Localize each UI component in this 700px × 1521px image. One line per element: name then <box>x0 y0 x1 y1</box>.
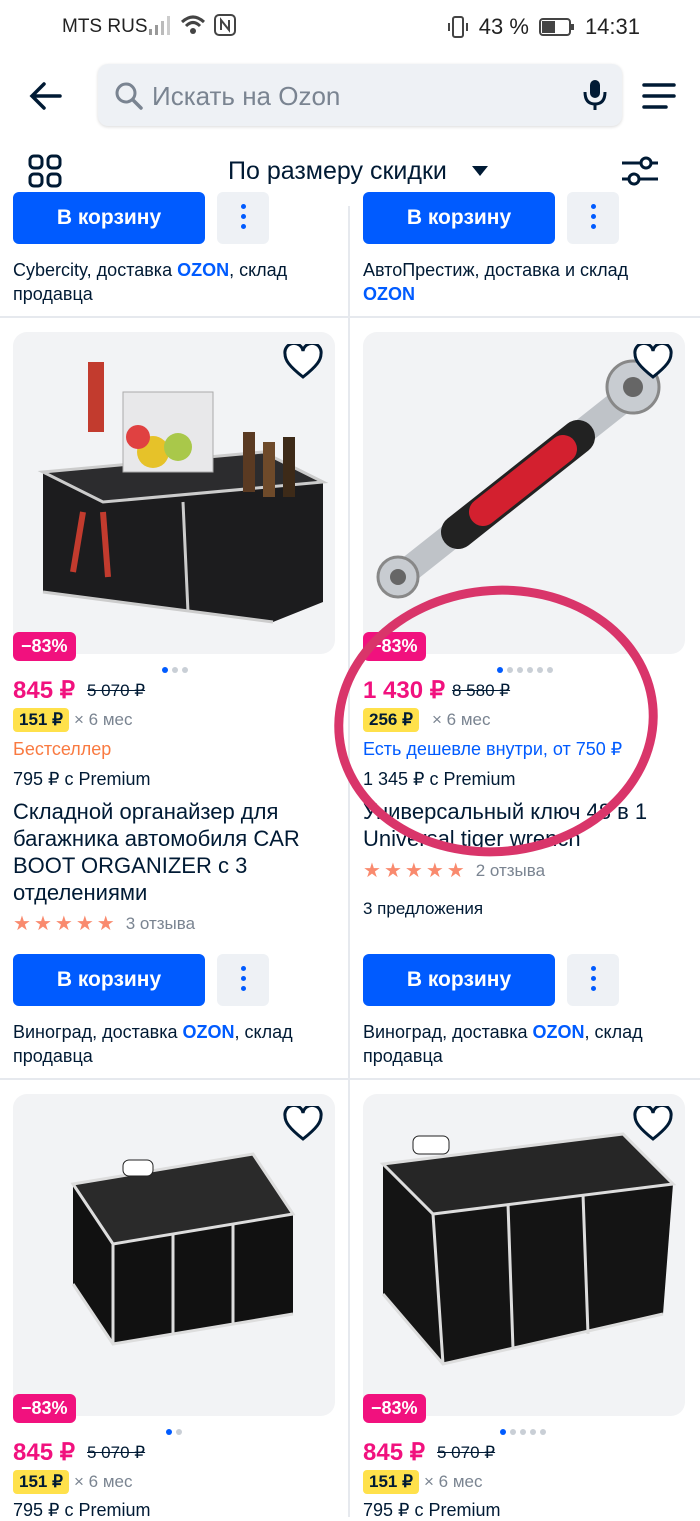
discount-badge: −83% <box>13 1394 76 1423</box>
seller-info: Виноград, доставка OZON, склад продавца <box>13 1022 293 1066</box>
product-image[interactable] <box>363 1094 685 1416</box>
heart-icon[interactable] <box>283 344 323 380</box>
vibrate-icon <box>447 16 468 38</box>
product-image[interactable] <box>13 1094 335 1416</box>
organizer-image <box>379 1132 677 1366</box>
discount-badge: −83% <box>13 632 76 661</box>
premium-price: 795 ₽ с Premium <box>13 769 151 789</box>
chevron-down-icon[interactable] <box>472 166 488 176</box>
search-placeholder: Искать на Ozon <box>152 81 341 111</box>
product-image[interactable] <box>13 332 335 654</box>
image-pager <box>166 1429 182 1435</box>
wifi-icon <box>180 15 206 34</box>
price: 845 ₽ <box>363 1439 425 1466</box>
heart-icon[interactable] <box>283 1106 323 1142</box>
add-to-cart-button[interactable]: В корзину <box>13 954 205 1006</box>
grid-view-icon[interactable] <box>28 154 62 188</box>
price: 845 ₽ <box>13 677 75 704</box>
premium-price: 795 ₽ с Premium <box>13 1500 151 1520</box>
star-icon: ★ <box>404 860 423 882</box>
star-icon: ★ <box>383 860 402 882</box>
carrier-label: MTS RUS <box>62 16 148 37</box>
installment-term: × 6 мес <box>74 710 133 729</box>
back-arrow-icon[interactable] <box>26 76 66 116</box>
old-price: 5 070 ₽ <box>87 681 146 700</box>
star-icon: ★ <box>33 913 52 935</box>
nfc-icon <box>214 14 236 36</box>
sort-dropdown[interactable]: По размеру скидки <box>228 157 447 186</box>
search-header: Искать на Ozon <box>0 56 700 140</box>
offers-count[interactable]: 3 предложения <box>363 899 483 919</box>
star-icon: ★ <box>363 860 381 882</box>
star-icon: ★ <box>425 860 444 882</box>
star-icon: ★ <box>75 913 94 935</box>
old-price: 5 070 ₽ <box>437 1443 496 1462</box>
row-divider <box>0 316 700 318</box>
seller-info: Cybercity, доставка OZON, склад продавца <box>13 260 288 304</box>
more-options-button[interactable] <box>217 954 269 1006</box>
battery-icon <box>538 18 574 36</box>
add-to-cart-button[interactable]: В корзину <box>363 192 555 244</box>
rating: ★ ★ ★ ★ ★ 3 отзыва <box>13 914 195 934</box>
more-options-button[interactable] <box>217 192 269 244</box>
hamburger-menu-icon[interactable] <box>642 82 676 110</box>
installment-badge: 151 ₽ <box>13 1470 69 1494</box>
more-options-button[interactable] <box>567 954 619 1006</box>
installment-term: × 6 мес <box>74 1472 133 1491</box>
filter-icon[interactable] <box>620 154 660 188</box>
installment-term: × 6 мес <box>424 1472 483 1491</box>
premium-price: 795 ₽ с Premium <box>363 1500 501 1520</box>
status-bar: MTS RUS 43 % 14:31 <box>0 0 700 56</box>
star-icon: ★ <box>96 913 115 935</box>
add-to-cart-button[interactable]: В корзину <box>363 954 555 1006</box>
heart-icon[interactable] <box>633 344 673 380</box>
discount-badge: −83% <box>363 1394 426 1423</box>
price: 845 ₽ <box>13 1439 75 1466</box>
star-icon: ★ <box>54 913 73 935</box>
installment-badge: 151 ₽ <box>363 1470 419 1494</box>
image-pager <box>500 1429 546 1435</box>
bestseller-label: Бестселлер <box>13 739 112 759</box>
search-input[interactable]: Искать на Ozon <box>98 64 622 126</box>
more-options-button[interactable] <box>567 192 619 244</box>
heart-icon[interactable] <box>633 1106 673 1142</box>
organizer-image <box>70 1152 296 1346</box>
installment-badge: 151 ₽ <box>13 708 69 732</box>
rating: ★ ★ ★ ★ ★ 2 отзыва <box>363 861 545 881</box>
battery-percent: 43 % <box>478 14 529 39</box>
add-to-cart-button[interactable]: В корзину <box>13 192 205 244</box>
signal-icon <box>149 16 170 35</box>
seller-info: АвтоПрестиж, доставка и склад OZON <box>363 260 629 304</box>
reviews-count[interactable]: 3 отзыва <box>126 914 195 934</box>
image-pager <box>162 667 188 673</box>
star-icon: ★ <box>446 860 465 882</box>
old-price: 5 070 ₽ <box>87 1443 146 1462</box>
column-divider <box>348 206 350 1517</box>
clock: 14:31 <box>584 14 640 39</box>
search-icon <box>115 82 143 110</box>
car-organizer-image <box>37 362 329 624</box>
star-icon: ★ <box>13 913 31 935</box>
row-divider <box>0 1078 700 1080</box>
product-title[interactable]: Складной органайзер для багажника автомо… <box>13 798 333 906</box>
seller-info: Виноград, доставка OZON, склад продавца <box>363 1022 643 1066</box>
reviews-count[interactable]: 2 отзыва <box>476 861 545 881</box>
microphone-icon[interactable] <box>582 78 608 112</box>
